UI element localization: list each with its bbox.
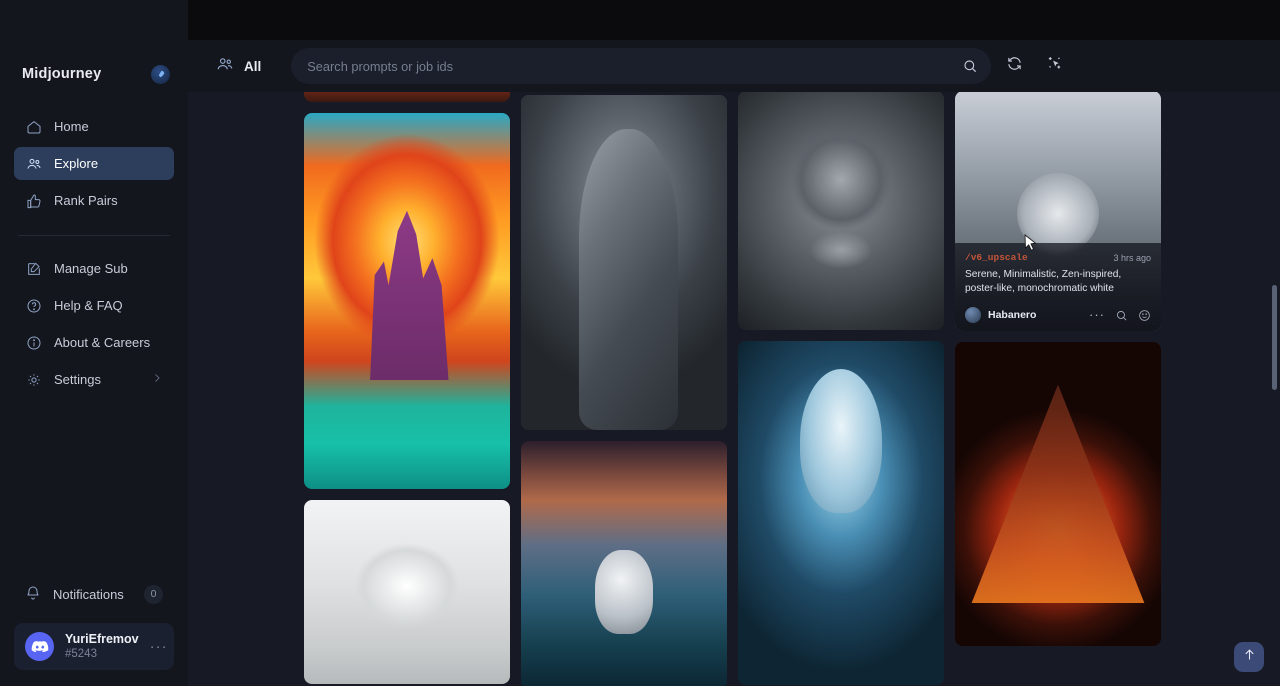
thumbs-up-icon: [25, 192, 42, 209]
artwork: [304, 500, 510, 684]
sidebar-item-label: About & Careers: [54, 335, 150, 350]
card-misty-monolith[interactable]: /v6_upscale 3 hrs ago Serene, Minimalist…: [955, 92, 1161, 331]
job-prompt-text: Serene, Minimalistic, Zen-inspired, post…: [965, 268, 1151, 295]
artwork: [304, 92, 510, 102]
profile-names: YuriEfremov #5243: [65, 632, 139, 662]
sidebar-secondary-nav: Manage Sub Help & FAQ About & Careers Se…: [0, 252, 188, 400]
gear-icon: [25, 371, 42, 388]
card-shrouded-figure[interactable]: [521, 95, 727, 430]
sparkle-theme-button[interactable]: [1037, 49, 1071, 83]
sidebar-item-label: Manage Sub: [54, 261, 128, 276]
gallery-column: [304, 92, 510, 686]
artwork: [738, 341, 944, 685]
card-burning-pyramid[interactable]: [955, 342, 1161, 646]
artwork: [738, 92, 944, 330]
sidebar-item-label: Home: [54, 119, 89, 134]
sidebar-item-label: Settings: [54, 372, 101, 387]
community-icon: [216, 55, 234, 78]
card-cyborg-woman-blue[interactable]: [738, 341, 944, 685]
gallery-column: [738, 92, 944, 686]
gallery-column: /v6_upscale 3 hrs ago Serene, Minimalist…: [955, 92, 1161, 686]
rocket-icon[interactable]: [151, 65, 170, 84]
home-icon: [25, 118, 42, 135]
sidebar-primary-nav: Home Explore Rank Pairs: [0, 110, 188, 221]
search-input[interactable]: [307, 59, 975, 74]
sidebar-divider: [18, 235, 170, 236]
artwork: [955, 342, 1161, 646]
job-timestamp: 3 hrs ago: [1113, 253, 1151, 263]
artwork: [521, 95, 727, 430]
ellipsis-icon[interactable]: ···: [150, 638, 168, 655]
gallery-column: [521, 95, 727, 686]
chevron-right-icon: [151, 372, 163, 387]
filter-label: All: [244, 59, 261, 74]
sidebar-item-explore[interactable]: Explore: [14, 147, 174, 180]
brand-title: Midjourney: [22, 66, 101, 82]
profile-discriminator: #5243: [65, 647, 139, 661]
profile-username: YuriEfremov: [65, 632, 139, 648]
card-astronaut-underwater[interactable]: [521, 441, 727, 686]
bell-icon: [25, 585, 41, 604]
masonry-columns: /v6_upscale 3 hrs ago Serene, Minimalist…: [304, 92, 1161, 686]
scroll-to-top-button[interactable]: [1234, 642, 1264, 672]
card-white-stone-face[interactable]: [304, 500, 510, 684]
search-icon[interactable]: [955, 51, 985, 81]
edit-square-icon: [25, 260, 42, 277]
notifications-count-badge: 0: [144, 585, 163, 604]
card-carved-stone-face[interactable]: [738, 92, 944, 330]
sidebar-item-about-careers[interactable]: About & Careers: [14, 326, 174, 359]
community-icon: [25, 155, 42, 172]
question-circle-icon: [25, 297, 42, 314]
filter-all-button[interactable]: All: [204, 55, 273, 78]
refresh-icon: [1006, 55, 1023, 77]
smiley-icon[interactable]: [1138, 309, 1151, 322]
sidebar-item-rank-pairs[interactable]: Rank Pairs: [14, 184, 174, 217]
notifications-label: Notifications: [53, 587, 124, 602]
card-canyon-castle-sunset[interactable]: [304, 113, 510, 489]
sidebar-item-home[interactable]: Home: [14, 110, 174, 143]
card-hover-overlay: /v6_upscale 3 hrs ago Serene, Minimalist…: [955, 243, 1161, 331]
refresh-button[interactable]: [997, 49, 1031, 83]
search-icon[interactable]: [1115, 309, 1128, 322]
card-red-street-crop[interactable]: [304, 92, 510, 102]
job-author-name: Habanero: [988, 309, 1036, 321]
avatar: [965, 307, 981, 323]
notifications-row[interactable]: Notifications 0: [0, 579, 188, 609]
job-type-tag: /v6_upscale: [965, 252, 1028, 263]
image-gallery[interactable]: /v6_upscale 3 hrs ago Serene, Minimalist…: [188, 92, 1280, 686]
sidebar-item-help-faq[interactable]: Help & FAQ: [14, 289, 174, 322]
sidebar-spacer: [0, 400, 188, 579]
overlay-top-row: /v6_upscale 3 hrs ago: [965, 252, 1151, 263]
window-top-bar: [0, 0, 1280, 40]
search-bar: [291, 48, 991, 84]
user-profile-card[interactable]: YuriEfremov #5243 ···: [14, 623, 174, 670]
artwork: [521, 441, 727, 686]
overlay-bottom-row: Habanero ···: [965, 307, 1151, 323]
sidebar-item-settings[interactable]: Settings: [14, 363, 174, 396]
discord-icon: [25, 632, 54, 661]
overlay-actions: ···: [1089, 309, 1151, 322]
brand-row: Midjourney: [0, 40, 188, 108]
arrow-up-icon: [1242, 647, 1257, 667]
header-toolbar: All: [188, 40, 1280, 92]
sidebar: Midjourney Home Explore: [0, 0, 188, 686]
sidebar-item-label: Help & FAQ: [54, 298, 123, 313]
artwork: [304, 113, 510, 489]
info-circle-icon: [25, 334, 42, 351]
sidebar-item-label: Rank Pairs: [54, 193, 118, 208]
gallery-scrollbar[interactable]: [1272, 285, 1277, 390]
sidebar-item-label: Explore: [54, 156, 98, 171]
sidebar-item-manage-sub[interactable]: Manage Sub: [14, 252, 174, 285]
app-root: Midjourney Home Explore: [0, 0, 1280, 686]
ellipsis-icon[interactable]: ···: [1089, 311, 1105, 319]
sparkle-cursor-icon: [1046, 55, 1063, 77]
